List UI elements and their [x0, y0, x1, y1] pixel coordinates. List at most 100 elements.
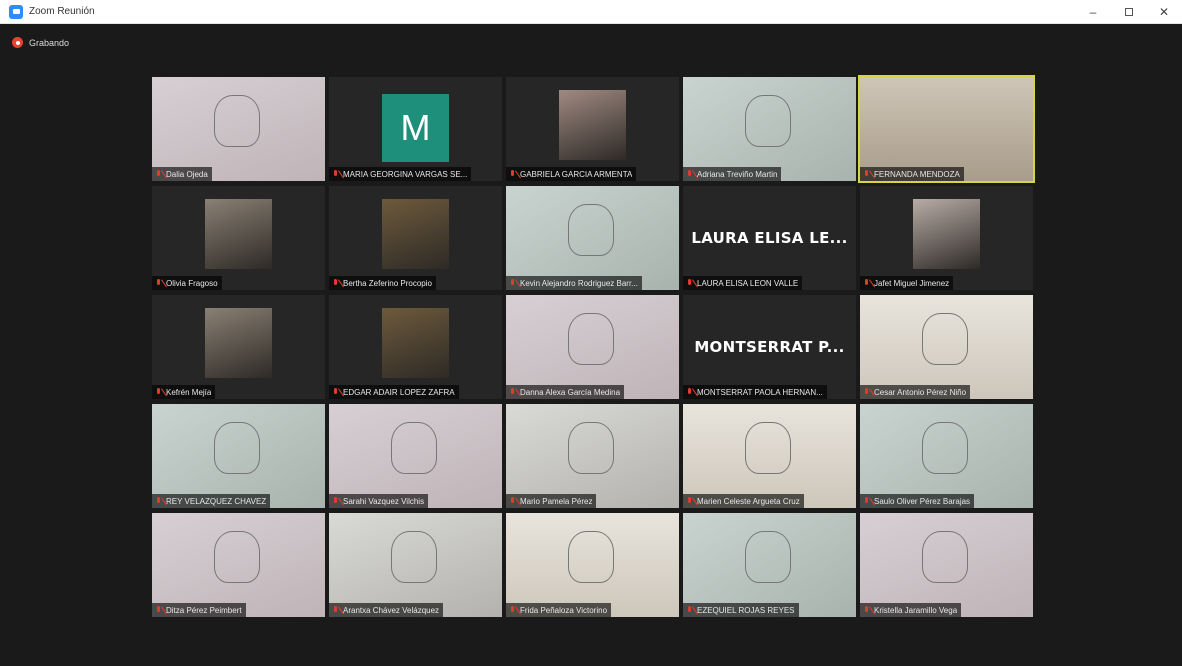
- participant-tile[interactable]: Bertha Zeferino Procopio: [329, 186, 502, 290]
- mic-muted-icon: [155, 387, 162, 397]
- mic-muted-icon: [332, 496, 339, 506]
- recording-indicator[interactable]: Grabando: [12, 37, 69, 48]
- mic-muted-icon: [332, 169, 339, 179]
- mic-muted-icon: [155, 278, 162, 288]
- participant-tile[interactable]: Danna Alexa García Medina: [506, 295, 679, 399]
- drawing-sketch: [214, 531, 260, 583]
- participant-tile[interactable]: REY VELAZQUEZ CHAVEZ: [152, 404, 325, 508]
- minimize-button[interactable]: –: [1075, 0, 1111, 24]
- participant-name: Bertha Zeferino Procopio: [343, 278, 432, 288]
- participant-tile[interactable]: Cesar Antonio Pérez Niño: [860, 295, 1033, 399]
- participant-name-bar: Kristella Jaramillo Vega: [860, 603, 962, 617]
- participant-name: Arantxa Chávez Velázquez: [343, 605, 440, 615]
- mic-muted-icon: [155, 496, 162, 506]
- participant-name: Dalia Ojeda: [166, 169, 208, 179]
- participant-name-bar: Dalia Ojeda: [152, 167, 212, 181]
- participant-name: Kefrén Mejía: [166, 387, 212, 397]
- participant-tile[interactable]: LAURA ELISA LE... LAURA ELISA LEON VALLE: [683, 186, 856, 290]
- maximize-icon: [1125, 8, 1133, 16]
- mic-muted-icon: [332, 278, 339, 288]
- participant-tile[interactable]: M MARIA GEORGINA VARGAS SE...: [329, 77, 502, 181]
- participant-name-bar: Saulo Oliver Pérez Barajas: [860, 494, 975, 508]
- recording-label: Grabando: [29, 37, 70, 48]
- participant-name-bar: Kefrén Mejía: [152, 385, 216, 399]
- participant-tile[interactable]: Frida Peñaloza Victorino: [506, 513, 679, 617]
- mic-muted-icon: [509, 387, 516, 397]
- participant-name: Danna Alexa García Medina: [520, 387, 621, 397]
- drawing-sketch: [922, 422, 968, 474]
- participant-name: MARIA GEORGINA VARGAS SE...: [343, 169, 468, 179]
- participant-name-bar: Danna Alexa García Medina: [506, 385, 625, 399]
- participant-name: Sarahi Vazquez Vilchis: [343, 496, 425, 506]
- title-bar: Zoom Reunión – ✕: [0, 0, 1182, 24]
- drawing-sketch: [214, 95, 260, 147]
- participant-tile[interactable]: Kevin Alejandro Rodriguez Barr...: [506, 186, 679, 290]
- participant-display-name: MONTSERRAT P...: [694, 338, 845, 356]
- participant-video: [205, 308, 272, 378]
- participant-name: Frida Peñaloza Victorino: [520, 605, 608, 615]
- participant-name-bar: Sarahi Vazquez Vilchis: [329, 494, 429, 508]
- participant-name-bar: Frida Peñaloza Victorino: [506, 603, 612, 617]
- participant-tile[interactable]: Marien Celeste Argueta Cruz: [683, 404, 856, 508]
- participant-tile[interactable]: Sarahi Vazquez Vilchis: [329, 404, 502, 508]
- participant-name-bar: Kevin Alejandro Rodriguez Barr...: [506, 276, 642, 290]
- participant-tile[interactable]: EDGAR ADAIR LOPEZ ZAFRA: [329, 295, 502, 399]
- participant-name-bar: LAURA ELISA LEON VALLE: [683, 276, 803, 290]
- participant-tile[interactable]: Ditza Pérez Peimbert: [152, 513, 325, 617]
- participant-name: Mario Pamela Pérez: [520, 496, 593, 506]
- participant-name: EDGAR ADAIR LOPEZ ZAFRA: [343, 387, 455, 397]
- participant-name: Saulo Oliver Pérez Barajas: [874, 496, 971, 506]
- drawing-sketch: [745, 531, 791, 583]
- mic-muted-icon: [863, 605, 870, 615]
- mic-muted-icon: [332, 387, 339, 397]
- participant-tile[interactable]: EZEQUIEL ROJAS REYES: [683, 513, 856, 617]
- drawing-sketch: [568, 531, 614, 583]
- participant-tile[interactable]: Arantxa Chávez Velázquez: [329, 513, 502, 617]
- close-button[interactable]: ✕: [1146, 0, 1182, 24]
- participant-tile[interactable]: Dalia Ojeda: [152, 77, 325, 181]
- participant-tile[interactable]: Adriana Treviño Martin: [683, 77, 856, 181]
- participant-video: [913, 199, 980, 269]
- participant-name-bar: Arantxa Chávez Velázquez: [329, 603, 444, 617]
- participant-name-bar: REY VELAZQUEZ CHAVEZ: [152, 494, 271, 508]
- participant-tile[interactable]: FERNANDA MENDOZA: [858, 75, 1035, 183]
- mic-muted-icon: [509, 496, 516, 506]
- mic-muted-icon: [686, 605, 693, 615]
- participant-name: EZEQUIEL ROJAS REYES: [697, 605, 795, 615]
- mic-muted-icon: [863, 278, 870, 288]
- recording-icon: [12, 37, 23, 48]
- zoom-app-icon: [9, 4, 23, 19]
- participant-tile[interactable]: MONTSERRAT P... MONTSERRAT PAOLA HERNAN..…: [683, 295, 856, 399]
- participant-tile[interactable]: Olivia Fragoso: [152, 186, 325, 290]
- drawing-sketch: [745, 422, 791, 474]
- participant-name-bar: Ditza Pérez Peimbert: [152, 603, 246, 617]
- maximize-button[interactable]: [1111, 0, 1147, 24]
- mic-muted-icon: [863, 496, 870, 506]
- participant-name-bar: Adriana Treviño Martin: [683, 167, 782, 181]
- participant-name: Kristella Jaramillo Vega: [874, 605, 958, 615]
- participant-tile[interactable]: GABRIELA GARCIA ARMENTA: [506, 77, 679, 181]
- participant-video: [382, 199, 449, 269]
- participant-name: GABRIELA GARCIA ARMENTA: [520, 169, 633, 179]
- participant-name-bar: MONTSERRAT PAOLA HERNAN...: [683, 385, 827, 399]
- participant-tile[interactable]: Saulo Oliver Pérez Barajas: [860, 404, 1033, 508]
- participant-tile[interactable]: Mario Pamela Pérez: [506, 404, 679, 508]
- mic-muted-icon: [686, 496, 693, 506]
- mic-muted-icon: [155, 605, 162, 615]
- window-title: Zoom Reunión: [29, 6, 95, 17]
- mic-muted-icon: [863, 169, 870, 179]
- participant-name: LAURA ELISA LEON VALLE: [697, 278, 799, 288]
- participant-name: Cesar Antonio Pérez Niño: [874, 387, 967, 397]
- participant-name: MONTSERRAT PAOLA HERNAN...: [697, 387, 823, 397]
- participant-name-bar: GABRIELA GARCIA ARMENTA: [506, 167, 637, 181]
- participant-tile[interactable]: Kristella Jaramillo Vega: [860, 513, 1033, 617]
- drawing-sketch: [568, 422, 614, 474]
- participant-tile[interactable]: Kefrén Mejía: [152, 295, 325, 399]
- mic-muted-icon: [686, 387, 693, 397]
- participant-tile[interactable]: Jafet Miguel Jimenez: [860, 186, 1033, 290]
- participant-name: Ditza Pérez Peimbert: [166, 605, 242, 615]
- participant-name: Kevin Alejandro Rodriguez Barr...: [520, 278, 638, 288]
- mic-muted-icon: [155, 169, 162, 179]
- drawing-sketch: [391, 422, 437, 474]
- participant-video: [205, 199, 272, 269]
